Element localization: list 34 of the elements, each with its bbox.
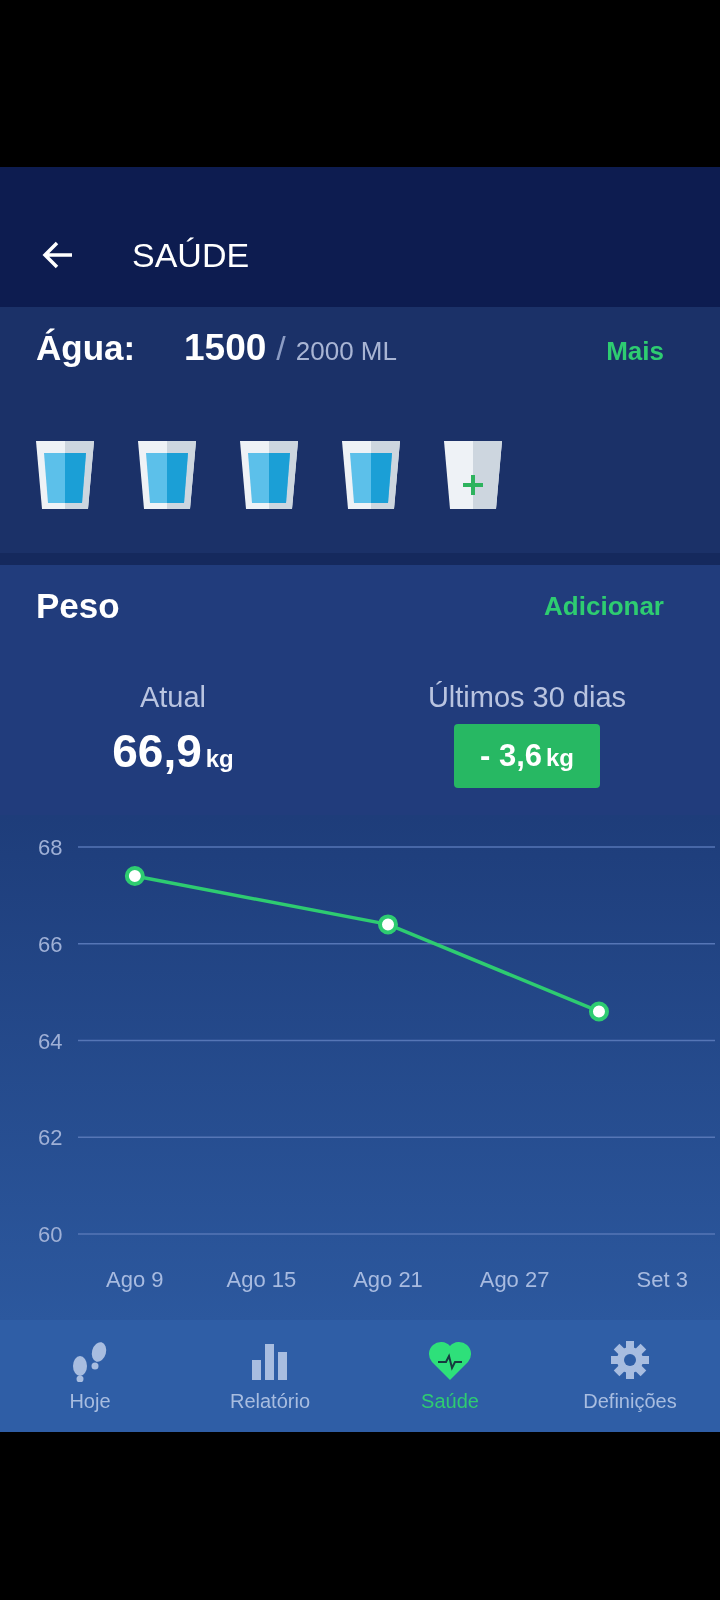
water-glass-icon[interactable]: [138, 439, 196, 509]
nav-tab[interactable]: Relatório: [180, 1320, 360, 1432]
axis-label: 62: [38, 1125, 63, 1151]
water-glass-icon[interactable]: [36, 439, 94, 509]
axis-label: Ago 27: [479, 1267, 550, 1292]
axis-label: Ago 15: [226, 1267, 297, 1292]
water-goal: 2000 ML: [295, 336, 397, 367]
axis-label: 66: [38, 931, 63, 957]
nav-tab[interactable]: Definições: [540, 1320, 720, 1432]
separator: /: [276, 329, 286, 368]
water-amount: 1500: [184, 327, 267, 369]
add-glass-icon[interactable]: [444, 439, 502, 509]
period-label: Últimos 30 dias: [427, 681, 627, 714]
screen-title: SAÚDE: [132, 235, 250, 275]
axis-label: 68: [38, 835, 63, 860]
water-label: Água:: [36, 328, 137, 368]
current-weight: 66,9 kg: [112, 724, 234, 778]
axis-label: 64: [38, 1028, 63, 1054]
data-point[interactable]: [588, 1001, 609, 1022]
data-point[interactable]: [378, 914, 398, 935]
water-glass-icon[interactable]: [342, 439, 400, 509]
data-point[interactable]: [124, 866, 145, 887]
water-glass-icon[interactable]: [240, 439, 298, 509]
weight-change-badge: - 3,6 kg: [453, 724, 600, 788]
current-label: Atual: [139, 681, 207, 714]
axis-label: Set 3: [636, 1267, 688, 1292]
axis-label: Ago 21: [353, 1267, 423, 1292]
axis-label: 60: [38, 1222, 63, 1247]
add-link[interactable]: Adicionar: [544, 590, 664, 622]
axis-label: Ago 9: [106, 1267, 164, 1292]
weight-title: Peso: [36, 586, 120, 626]
more-link[interactable]: Mais: [606, 336, 664, 367]
nav-tab[interactable]: Saúde: [360, 1320, 540, 1432]
nav-tab[interactable]: Hoje: [0, 1320, 180, 1432]
